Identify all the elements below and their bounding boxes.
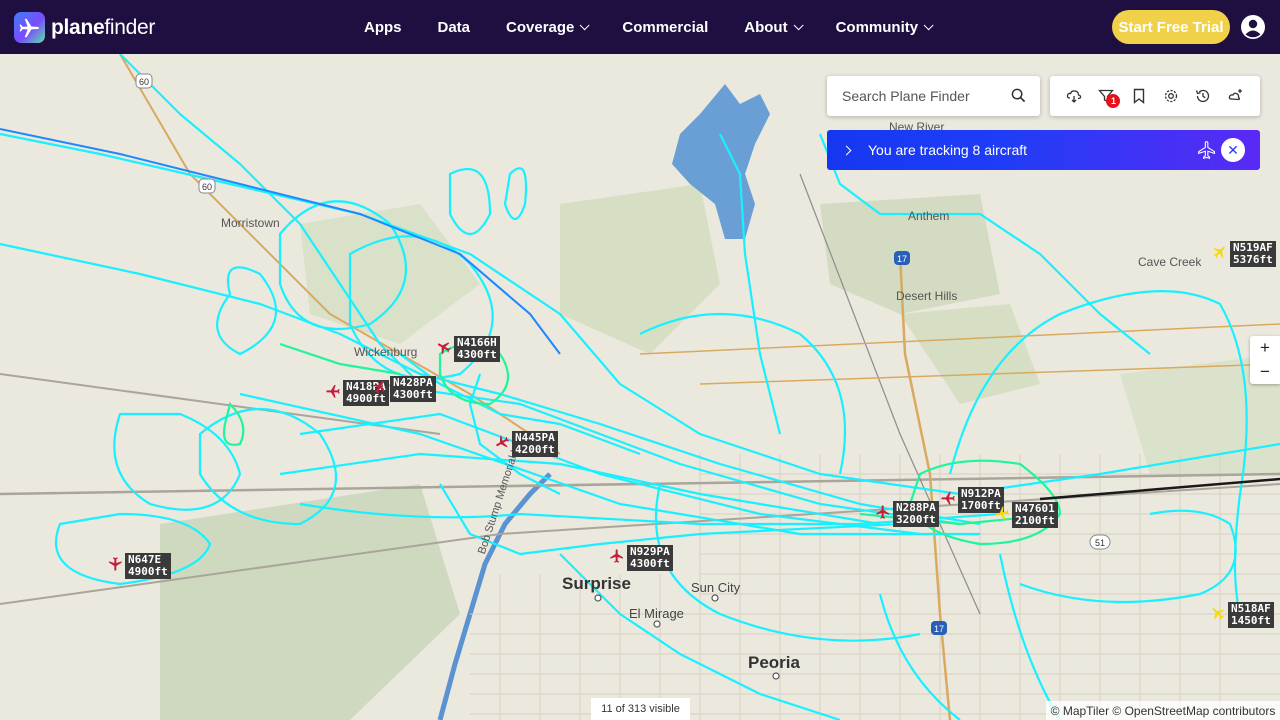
zoom-out-button[interactable]: − bbox=[1250, 360, 1280, 384]
aircraft-marker[interactable]: N47601 2100ft bbox=[994, 502, 1058, 528]
tracking-banner[interactable]: You are tracking 8 aircraft ✕ bbox=[827, 130, 1260, 170]
aircraft-label: N445PA 4200ft bbox=[512, 431, 558, 457]
aircraft-marker[interactable]: N428PA 4300ft bbox=[372, 376, 436, 402]
tracking-text: You are tracking 8 aircraft bbox=[868, 142, 1028, 158]
nav-about[interactable]: About bbox=[744, 19, 804, 36]
aircraft-label: N428PA 4300ft bbox=[390, 376, 436, 402]
place-el-mirage: El Mirage bbox=[629, 606, 684, 621]
weather-icon[interactable] bbox=[1066, 88, 1082, 104]
plane-icon bbox=[107, 556, 123, 577]
aircraft-marker[interactable]: N445PA 4200ft bbox=[494, 431, 558, 457]
zoom-in-button[interactable]: + bbox=[1250, 336, 1280, 360]
map-toolbar: 1 bbox=[1050, 76, 1260, 116]
plane-outline-icon bbox=[1197, 140, 1217, 165]
start-free-trial-button[interactable]: Start Free Trial bbox=[1112, 10, 1230, 44]
filter-icon[interactable]: 1 bbox=[1098, 88, 1121, 108]
aircraft-label: N647E 4900ft bbox=[125, 553, 171, 579]
search-box bbox=[827, 76, 1040, 116]
plane-icon bbox=[994, 505, 1010, 526]
chevron-down-icon bbox=[580, 19, 590, 30]
main-nav: Apps Data Coverage Commercial About Comm… bbox=[364, 0, 966, 54]
place-morristown: Morristown bbox=[221, 216, 280, 230]
aircraft-marker[interactable]: N4166H 4300ft bbox=[436, 336, 500, 362]
road-shield-label: 17 bbox=[897, 254, 907, 264]
nav-apps[interactable]: Apps bbox=[364, 19, 402, 36]
place-desert-hills: Desert Hills bbox=[896, 289, 958, 303]
top-navigation-bar: planefinder Apps Data Coverage Commercia… bbox=[0, 0, 1280, 54]
place-sun-city: Sun City bbox=[691, 580, 741, 595]
plane-icon bbox=[940, 490, 956, 511]
nav-coverage[interactable]: Coverage bbox=[506, 19, 590, 36]
aircraft-marker[interactable]: N288PA 3200ft bbox=[875, 501, 939, 527]
plane-icon bbox=[1210, 605, 1226, 626]
aircraft-label: N929PA 4300ft bbox=[627, 545, 673, 571]
close-icon[interactable]: ✕ bbox=[1221, 138, 1245, 162]
aircraft-marker[interactable]: N518AF 1450ft bbox=[1210, 602, 1274, 628]
chevron-down-icon bbox=[793, 19, 804, 30]
plane-icon bbox=[325, 383, 341, 404]
history-icon[interactable] bbox=[1195, 88, 1211, 104]
road-shield-label: 60 bbox=[139, 77, 149, 87]
road-shield-label: 60 bbox=[202, 182, 212, 192]
aircraft-label: N4166H 4300ft bbox=[454, 336, 500, 362]
plane-icon bbox=[372, 379, 388, 400]
nav-commercial[interactable]: Commercial bbox=[622, 19, 708, 36]
plane-icon bbox=[494, 434, 510, 455]
place-wickenburg: Wickenburg bbox=[354, 345, 418, 359]
road-shield-label: 51 bbox=[1095, 538, 1105, 548]
plane-icon bbox=[436, 339, 452, 360]
search-icon[interactable] bbox=[1011, 88, 1026, 108]
place-cave-creek: Cave Creek bbox=[1138, 255, 1202, 269]
settings-icon[interactable] bbox=[1163, 88, 1179, 104]
nav-data[interactable]: Data bbox=[438, 19, 471, 36]
aircraft-label: N519AF 5376ft bbox=[1230, 241, 1276, 267]
aircraft-marker[interactable]: N647E 4900ft bbox=[107, 553, 171, 579]
chevron-down-icon bbox=[923, 19, 934, 30]
place-peoria: Peoria bbox=[748, 653, 800, 672]
search-input[interactable] bbox=[842, 88, 1002, 104]
clear-sky-icon[interactable] bbox=[1228, 88, 1244, 104]
bookmark-icon[interactable] bbox=[1131, 88, 1147, 104]
map-attribution[interactable]: © MapTiler © OpenStreetMap contributors bbox=[1046, 701, 1280, 720]
aircraft-label: N288PA 3200ft bbox=[893, 501, 939, 527]
plane-icon bbox=[875, 504, 891, 525]
place-surprise: Surprise bbox=[562, 574, 631, 593]
aircraft-label: N518AF 1450ft bbox=[1228, 602, 1274, 628]
visible-aircraft-count: 11 of 313 visible bbox=[591, 698, 690, 720]
logo-plane-icon bbox=[14, 12, 45, 43]
plane-icon bbox=[609, 548, 625, 569]
road-shield-label: 17 bbox=[934, 624, 944, 634]
place-anthem: Anthem bbox=[908, 209, 950, 223]
logo-text: planefinder bbox=[51, 15, 156, 39]
zoom-controls: + − bbox=[1250, 336, 1280, 384]
plane-icon bbox=[1212, 244, 1228, 265]
filter-count-badge: 1 bbox=[1106, 94, 1121, 108]
chevron-right-icon bbox=[841, 145, 852, 155]
aircraft-label: N47601 2100ft bbox=[1012, 502, 1058, 528]
nav-community[interactable]: Community bbox=[836, 19, 934, 36]
aircraft-marker[interactable]: N519AF 5376ft bbox=[1212, 241, 1276, 267]
aircraft-marker[interactable]: N929PA 4300ft bbox=[609, 545, 673, 571]
planefinder-logo[interactable]: planefinder bbox=[14, 12, 155, 43]
user-account-icon[interactable] bbox=[1241, 15, 1265, 39]
